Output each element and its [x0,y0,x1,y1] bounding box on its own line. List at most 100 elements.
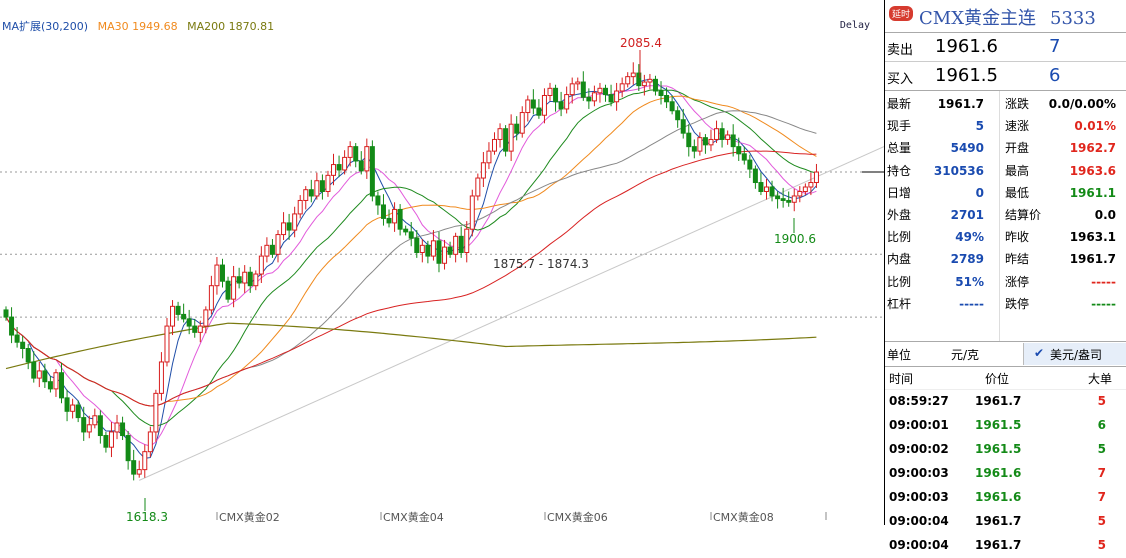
candle-body [253,273,259,287]
tick-time: 09:00:01 [889,418,949,432]
candle-body [142,451,148,471]
candlestick-chart[interactable]: CMX黄金02 CMX黄金04 CMX黄金06 CMX黄金08 2085.4 1618.3… [0,0,884,525]
candle-body [647,78,653,83]
candle-body [813,171,819,184]
candle-body [541,94,547,116]
candle-body [508,123,514,152]
tick-price: 1961.6 [975,466,1022,480]
candle-body [736,146,742,155]
stat-label: 比例 [887,274,912,289]
tick-price: 1961.7 [975,538,1022,552]
stat-value: 1961.7 [937,97,984,111]
annotation-label: 2085.4 [620,36,662,50]
ticks-header: 时间 价位 大单 [885,367,1126,390]
ma-line [5,78,817,459]
tick-lot: 7 [1097,466,1106,480]
candle-body [802,186,808,192]
stat-label: 外盘 [887,208,912,222]
stat-label: 比例 [887,230,912,245]
ticks-list[interactable]: 08:59:27 1961.7 5 09:00:01 1961.5 6 09:00:02 19… [885,390,1126,558]
contract-title[interactable]: CMX黄金主连 5333 [919,4,1096,30]
buy-row: 买入 1961.5 6 [885,62,1126,91]
candle-body [725,134,731,140]
tick-row: 09:00:03 1961.6 7 [885,486,1126,510]
stat-label: 最高 [1005,163,1030,178]
tick-lot: 5 [1097,394,1106,408]
candle-body [469,195,475,230]
currency-label: 美元/盎司 [1050,348,1103,362]
tick-price: 1961.7 [975,394,1022,408]
grid-divider [999,91,1000,341]
stat-value: 5 [975,119,984,134]
stat-value: 1963.6 [1069,163,1116,178]
candle-body [47,381,53,390]
candle-body [586,96,592,102]
chart-canvas[interactable]: CMX黄金02 CMX黄金04 CMX黄金06 CMX黄金08 2085.4 1618.3… [0,0,884,525]
candle-body [597,87,603,94]
stat-value: 2701 [950,208,984,222]
candle-body [763,186,769,192]
stat-value: ----- [959,296,984,311]
stat-value: 0 [975,185,984,200]
unit-value[interactable]: 元/克 [951,346,979,363]
candle-body [652,78,658,92]
stat-label: 开盘 [1005,141,1030,156]
candle-body [741,153,747,161]
candle-body [380,204,386,219]
stat-value: 310536 [933,163,984,178]
candle-body [208,285,214,311]
candle-body [36,370,42,379]
candle-body [25,348,31,363]
candle-body [491,138,497,152]
header-lot: 大单 [1087,372,1112,386]
quote-panel: 延时 CMX黄金主连 5333 卖出 1961.6 7 买入 1961.5 6 最… [884,0,1126,552]
candle-body [719,128,725,140]
candle-body [486,150,492,164]
x-tick-label: CMX黄金02 [219,510,280,524]
candle-body [75,404,81,419]
candle-body [680,119,686,134]
panel-header: 延时 CMX黄金主连 5333 [885,0,1126,33]
candle-body [525,99,531,114]
candle-body [619,83,625,92]
stat-label: 跌停 [1005,296,1030,311]
tick-row: 09:00:02 1961.5 5 [885,438,1126,462]
annotation-label: 1618.3 [126,510,168,524]
x-tick-label: CMX黄金08 [713,510,774,524]
candle-body [630,72,636,78]
candle-body [497,128,503,140]
candle-body [86,424,92,433]
candle-body [608,94,614,103]
candle-body [453,235,459,255]
stat-value: 51% [955,274,984,289]
currency-toggle[interactable]: ✔ 美元/盎司 [1023,343,1126,365]
candle-body [158,361,164,394]
candle-body [331,164,337,176]
candle-body [203,309,209,327]
candle-body [569,83,575,96]
tick-lot: 6 [1097,418,1106,432]
stat-label: 昨结 [1005,252,1030,267]
candle-body [425,244,431,257]
candle-body [175,305,181,315]
stat-label: 最低 [1005,185,1030,200]
stats-grid: 最新 1961.7 现手 5 总量 5490 持仓 310536 日增 0 外盘 2701 比例 49% 内… [885,91,1126,342]
sell-volume: 7 [1049,36,1061,57]
candle-body [419,244,425,254]
candle-body [186,318,192,327]
candle-body [791,195,797,203]
candle-body [364,146,370,172]
candle-body [403,228,409,233]
tick-price: 1961.7 [975,514,1022,528]
candle-body [192,325,198,333]
legend-ma-ext: MA扩展(30,200) [2,20,89,33]
candle-body [480,162,486,179]
stat-value: 1961.1 [1069,185,1116,200]
tick-row: 09:00:01 1961.5 6 [885,414,1126,438]
candle-body [292,213,298,231]
candle-body [447,246,453,255]
legend-ma30: MA30 1949.68 [97,20,178,33]
legend-ma200: MA200 1870.81 [187,20,275,33]
stat-label: 最新 [887,97,912,111]
stat-value: 0.01% [1074,119,1116,134]
